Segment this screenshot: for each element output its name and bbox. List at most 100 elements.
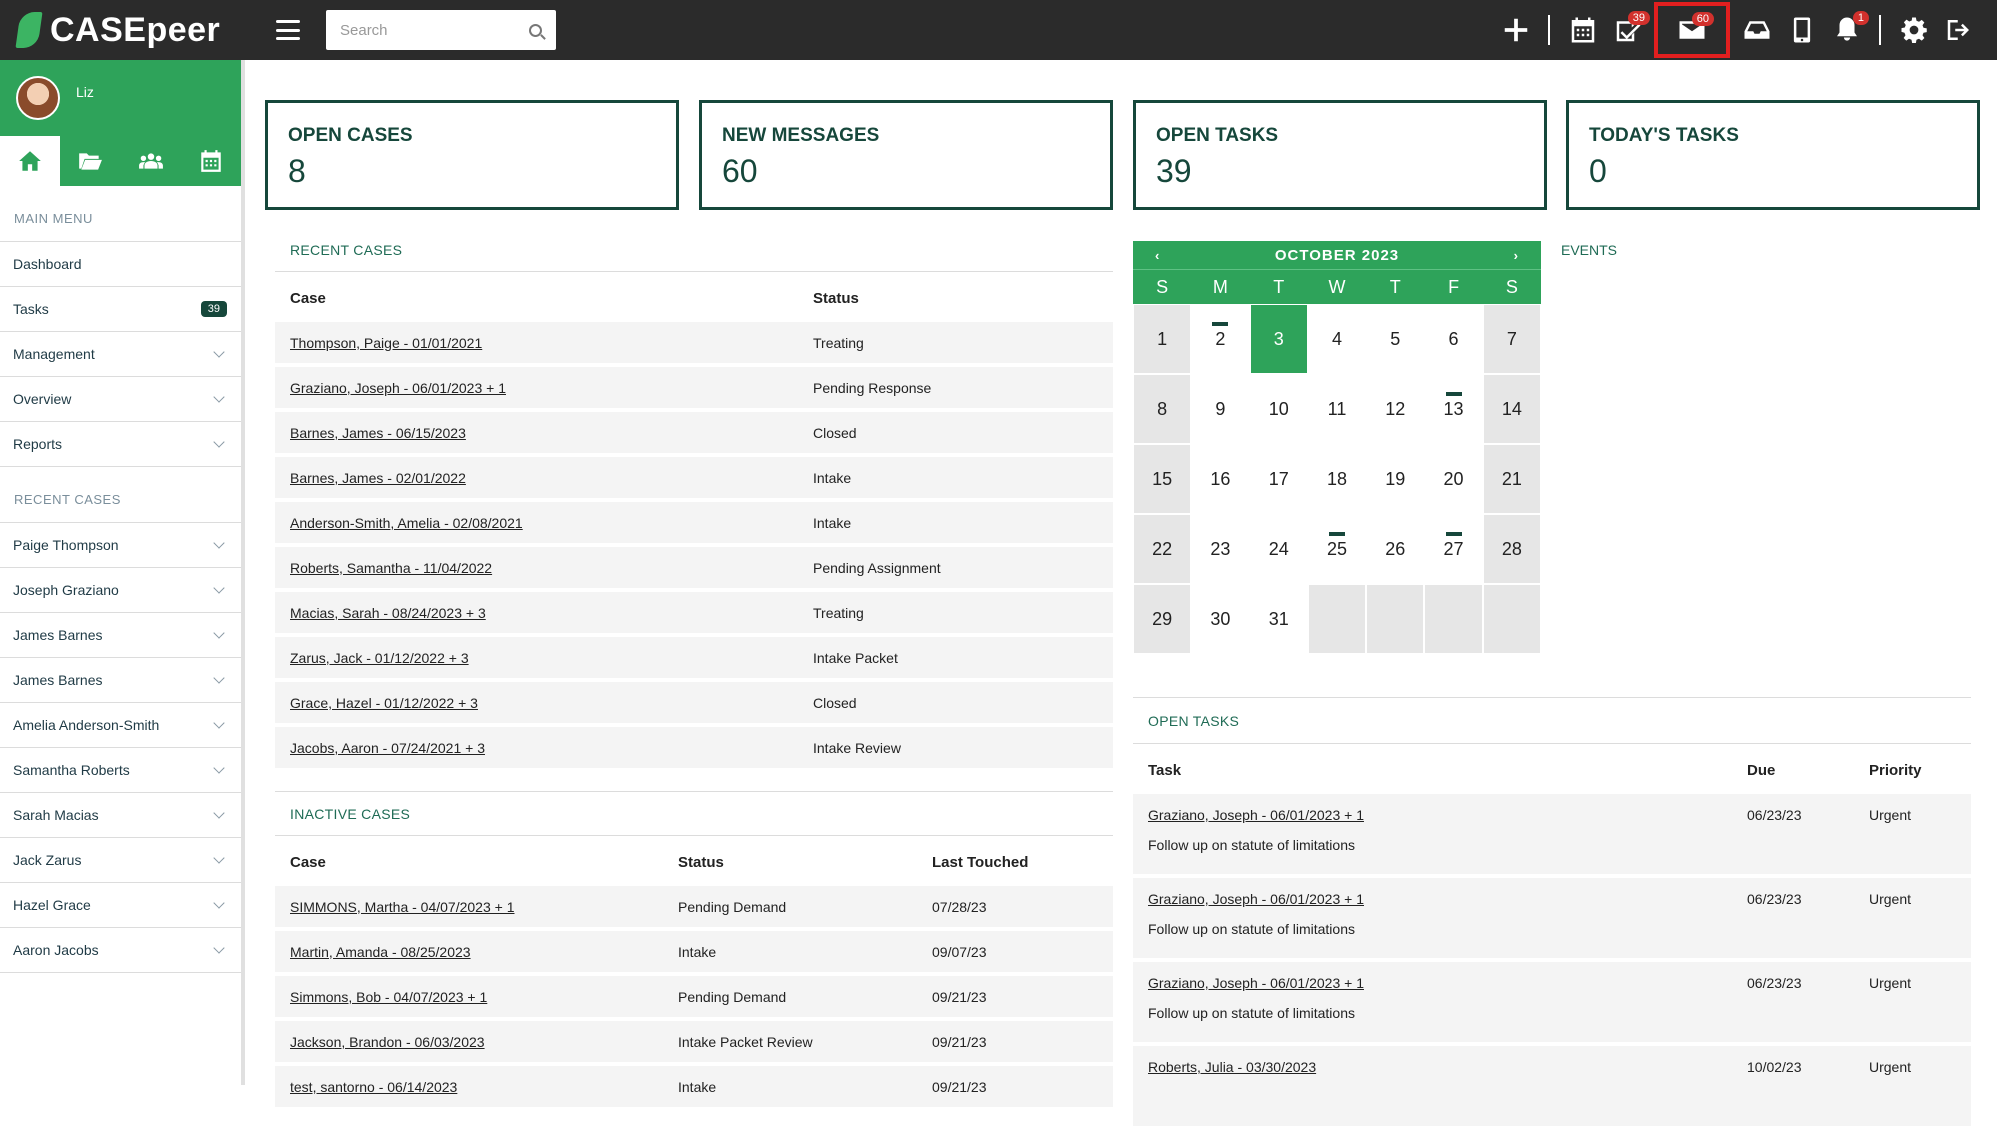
logout-icon[interactable]	[1937, 8, 1981, 52]
recent-case-item[interactable]: Joseph Graziano	[0, 568, 241, 613]
sidebar-item-reports[interactable]: Reports	[0, 422, 241, 467]
recent-case-item[interactable]: Amelia Anderson-Smith	[0, 703, 241, 748]
calendar-day[interactable]: 7	[1482, 304, 1541, 374]
calendar-day[interactable]: 22	[1133, 514, 1192, 584]
messages-envelope-icon[interactable]: 60	[1654, 2, 1730, 58]
calendar-day[interactable]: 9	[1191, 374, 1250, 444]
calendar-day[interactable]: 19	[1366, 444, 1425, 514]
calendar-day[interactable]: 28	[1482, 514, 1541, 584]
recent-case-item[interactable]: Aaron Jacobs	[0, 928, 241, 973]
case-status: Intake	[663, 1066, 917, 1107]
tab-cases[interactable]	[60, 136, 120, 186]
case-link[interactable]: Barnes, James - 02/01/2022	[290, 470, 466, 486]
sidebar-item-management[interactable]: Management	[0, 332, 241, 377]
user-name[interactable]: Liz	[76, 84, 94, 100]
tab-contacts[interactable]	[121, 136, 181, 186]
task-case-link[interactable]: Graziano, Joseph - 06/01/2023 + 1	[1148, 807, 1364, 823]
avatar[interactable]	[16, 76, 60, 120]
tab-home[interactable]	[0, 136, 61, 186]
calendar-day[interactable]: 29	[1133, 584, 1192, 654]
case-link[interactable]: Thompson, Paige - 01/01/2021	[290, 335, 482, 351]
recent-case-item[interactable]: Sarah Macias	[0, 793, 241, 838]
stat-card-open-tasks[interactable]: OPEN TASKS 39	[1133, 100, 1547, 210]
column-header[interactable]: Due	[1732, 750, 1854, 790]
column-header[interactable]: Status	[663, 842, 917, 882]
case-link[interactable]: Jacobs, Aaron - 07/24/2021 + 3	[290, 740, 485, 756]
search-icon[interactable]	[529, 23, 542, 37]
task-case-link[interactable]: Roberts, Julia - 03/30/2023	[1148, 1059, 1316, 1075]
sidebar-item-tasks[interactable]: Tasks 39	[0, 287, 241, 332]
calendar-next-arrow-icon[interactable]: ›	[1514, 248, 1519, 263]
calendar-day[interactable]: 15	[1133, 444, 1192, 514]
calendar-day[interactable]: 14	[1482, 374, 1541, 444]
mobile-icon[interactable]	[1780, 8, 1824, 52]
calendar-prev-arrow-icon[interactable]: ‹	[1155, 248, 1160, 263]
calendar-day[interactable]: 20	[1424, 444, 1483, 514]
sidebar-item-dashboard[interactable]: Dashboard	[0, 242, 241, 287]
calendar-day[interactable]: 10	[1249, 374, 1308, 444]
case-link[interactable]: Zarus, Jack - 01/12/2022 + 3	[290, 650, 469, 666]
calendar-day[interactable]: 11	[1307, 374, 1367, 444]
hamburger-menu-icon[interactable]	[276, 20, 300, 40]
case-link[interactable]: Jackson, Brandon - 06/03/2023	[290, 1034, 485, 1050]
calendar-day[interactable]: 8	[1133, 374, 1192, 444]
column-header[interactable]: Case	[275, 842, 663, 882]
case-link[interactable]: test, santorno - 06/14/2023	[290, 1079, 457, 1095]
casepeer-logo[interactable]: CASEpeer	[15, 11, 248, 50]
column-header[interactable]: Last Touched	[917, 842, 1113, 882]
case-link[interactable]: Roberts, Samantha - 11/04/2022	[290, 560, 492, 576]
calendar-day[interactable]: 23	[1191, 514, 1250, 584]
sidebar-item-overview[interactable]: Overview	[0, 377, 241, 422]
case-link[interactable]: Martin, Amanda - 08/25/2023	[290, 944, 471, 960]
case-link[interactable]: Barnes, James - 06/15/2023	[290, 425, 466, 441]
calendar-day[interactable]: 25	[1307, 514, 1367, 584]
calendar-day[interactable]: 16	[1191, 444, 1250, 514]
stat-card-todays-tasks[interactable]: TODAY'S TASKS 0	[1566, 100, 1980, 210]
column-header[interactable]: Case	[275, 278, 798, 318]
column-header[interactable]: Status	[798, 278, 1113, 318]
calendar-day[interactable]: 6	[1424, 304, 1483, 374]
case-link[interactable]: Grace, Hazel - 01/12/2022 + 3	[290, 695, 478, 711]
calendar-day[interactable]: 12	[1366, 374, 1425, 444]
task-priority: Urgent	[1854, 794, 1971, 874]
calendar-day[interactable]: 18	[1307, 444, 1367, 514]
stat-card-open-cases[interactable]: OPEN CASES 8	[265, 100, 679, 210]
calendar-day[interactable]: 5	[1366, 304, 1425, 374]
recent-case-item[interactable]: Paige Thompson	[0, 523, 241, 568]
calendar-day[interactable]: 4	[1307, 304, 1367, 374]
case-link[interactable]: Simmons, Bob - 04/07/2023 + 1	[290, 989, 487, 1005]
settings-gear-icon[interactable]	[1892, 8, 1936, 52]
stat-card-new-messages[interactable]: NEW MESSAGES 60	[699, 100, 1113, 210]
case-link[interactable]: Anderson-Smith, Amelia - 02/08/2021	[290, 515, 523, 531]
calendar-day[interactable]: 21	[1482, 444, 1541, 514]
add-icon[interactable]	[1494, 8, 1538, 52]
tasks-check-icon[interactable]: 39	[1606, 8, 1650, 52]
calendar-day[interactable]: 1	[1133, 304, 1192, 374]
calendar-day[interactable]: 2	[1191, 304, 1250, 374]
search-input[interactable]	[340, 21, 520, 39]
case-link[interactable]: Graziano, Joseph - 06/01/2023 + 1	[290, 380, 506, 396]
task-case-link[interactable]: Graziano, Joseph - 06/01/2023 + 1	[1148, 975, 1364, 991]
calendar-day[interactable]: 24	[1249, 514, 1308, 584]
calendar-day[interactable]: 13	[1424, 374, 1483, 444]
calendar-day[interactable]: 30	[1191, 584, 1250, 654]
task-case-link[interactable]: Graziano, Joseph - 06/01/2023 + 1	[1148, 891, 1364, 907]
notifications-bell-icon[interactable]: 1	[1825, 8, 1869, 52]
calendar-day[interactable]: 26	[1366, 514, 1425, 584]
calendar-icon[interactable]	[1561, 8, 1605, 52]
inbox-icon[interactable]	[1735, 8, 1779, 52]
tab-calendar[interactable]	[181, 136, 241, 186]
case-link[interactable]: SIMMONS, Martha - 04/07/2023 + 1	[290, 899, 515, 915]
calendar-day[interactable]: 3	[1249, 304, 1308, 374]
recent-case-item[interactable]: James Barnes	[0, 613, 241, 658]
calendar-day[interactable]: 27	[1424, 514, 1483, 584]
calendar-day[interactable]: 17	[1249, 444, 1308, 514]
recent-case-item[interactable]: Samantha Roberts	[0, 748, 241, 793]
column-header[interactable]: Priority	[1854, 750, 1971, 790]
column-header[interactable]: Task	[1133, 750, 1732, 790]
recent-case-item[interactable]: Jack Zarus	[0, 838, 241, 883]
recent-case-item[interactable]: Hazel Grace	[0, 883, 241, 928]
recent-case-item[interactable]: James Barnes	[0, 658, 241, 703]
calendar-day[interactable]: 31	[1249, 584, 1308, 654]
case-link[interactable]: Macias, Sarah - 08/24/2023 + 3	[290, 605, 486, 621]
